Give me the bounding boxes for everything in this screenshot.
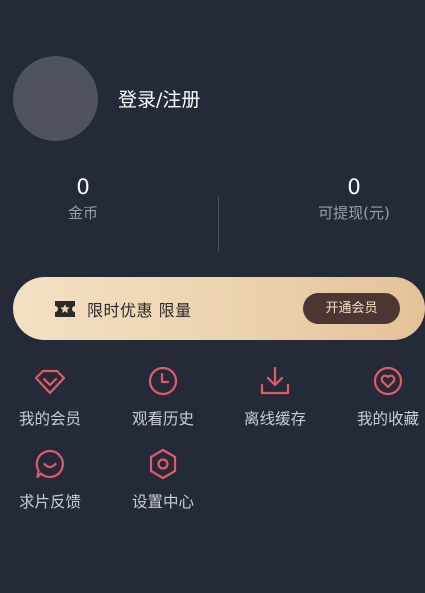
vip-promo-banner[interactable]: 限时优惠 限量 开通会员 — [13, 277, 425, 340]
login-register-link[interactable]: 登录/注册 — [118, 85, 200, 112]
gear-icon — [146, 447, 180, 481]
menu-item-watch-history[interactable]: 观看历史 — [118, 364, 208, 429]
profile-section[interactable]: 登录/注册 — [13, 56, 200, 141]
coins-stat[interactable]: 0 金币 — [13, 174, 153, 224]
menu-item-label: 我的收藏 — [356, 410, 419, 428]
menu-item-label: 离线缓存 — [243, 410, 306, 428]
heart-icon — [371, 364, 405, 398]
menu-item-label: 求片反馈 — [18, 493, 81, 511]
coins-label: 金币 — [67, 204, 98, 222]
withdrawable-label: 可提现(元) — [318, 204, 390, 222]
menu-item-request-feedback[interactable]: 求片反馈 — [5, 447, 95, 512]
chat-bubble-icon — [33, 447, 67, 481]
withdrawable-stat[interactable]: 0 可提现(元) — [284, 174, 424, 224]
menu-item-my-membership[interactable]: 我的会员 — [5, 364, 95, 429]
vip-ticket-icon — [53, 299, 77, 319]
menu-item-my-favorites[interactable]: 我的收藏 — [343, 364, 425, 429]
menu-item-label: 我的会员 — [18, 410, 81, 428]
menu-item-label: 观看历史 — [131, 410, 194, 428]
coins-value: 0 — [76, 175, 90, 199]
menu-item-settings[interactable]: 设置中心 — [118, 447, 208, 512]
open-membership-button[interactable]: 开通会员 — [303, 293, 400, 324]
stats-divider — [218, 196, 219, 252]
withdrawable-value: 0 — [347, 175, 361, 199]
menu-item-label: 设置中心 — [131, 493, 194, 511]
vip-promo-text: 限时优惠 限量 — [87, 300, 192, 320]
menu-item-offline-cache[interactable]: 离线缓存 — [230, 364, 320, 429]
clock-icon — [146, 364, 180, 398]
download-icon — [258, 364, 292, 398]
stats-panel: 0 金币 0 可提现(元) — [0, 168, 425, 258]
avatar[interactable] — [13, 56, 98, 141]
diamond-icon — [33, 364, 67, 398]
